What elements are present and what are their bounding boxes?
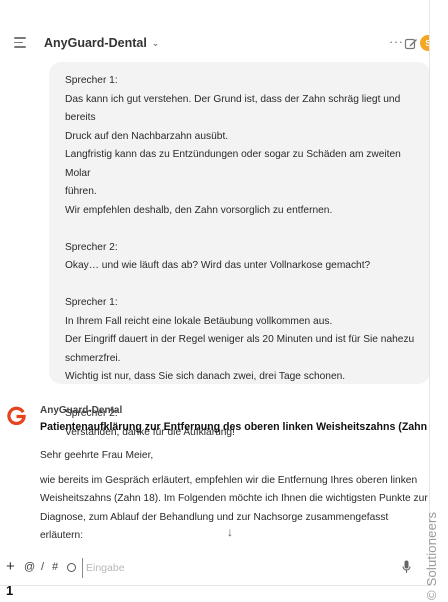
at-icon[interactable]: @	[24, 561, 35, 573]
assistant-line: Weisheitszahns (Zahn 18). Im Folgenden m…	[40, 493, 428, 504]
speaker-label: Sprecher 1:	[65, 297, 118, 308]
speaker-label: Sprecher 1:	[65, 75, 118, 86]
transcript-turn: Sprecher 2: Okay… und wie läuft das ab? W…	[65, 239, 425, 276]
assistant-name: AnyGuard-Dental	[40, 405, 123, 416]
transcript-line: In Ihrem Fall reicht eine lokale Betäubu…	[65, 315, 333, 327]
hash-icon[interactable]: #	[52, 561, 58, 573]
transcript-line: Langfristig kann das zu Entzündungen ode…	[65, 149, 401, 179]
header: AnyGuard-Dental ⌄ ··· S	[0, 28, 429, 60]
transcript-line: Okay… und wie läuft das ab? Wird das unt…	[65, 260, 371, 271]
transcript-line: Wir empfehlen deshalb, den Zahn vorsorgl…	[65, 204, 333, 216]
transcript-turn: Sprecher 1: In Ihrem Fall reicht eine lok…	[65, 294, 425, 387]
circle-icon[interactable]	[67, 563, 76, 572]
assistant-line: Diagnose, zum Ablauf der Behandlung und …	[40, 511, 389, 542]
speaker-label: Sprecher 2:	[65, 241, 118, 253]
transcript-line: Das kann ich gut verstehen. Der Grund is…	[65, 93, 401, 124]
transcript-line: schmerzfrei.	[65, 352, 121, 364]
watermark: © Solutioneers	[424, 511, 439, 600]
figure-number: 1	[6, 583, 14, 598]
assistant-heading: Patientenaufklärung zur Entfernung des o…	[40, 421, 430, 433]
model-selector[interactable]: AnyGuard-Dental ⌄	[44, 36, 159, 50]
assistant-greeting: Sehr geehrte Frau Meier,	[40, 450, 154, 461]
assistant-line: wie bereits im Gespräch erläutert, empfe…	[40, 474, 418, 486]
transcript-line: führen.	[65, 186, 97, 197]
transcript-bubble: Sprecher 1: Das kann ich gut verstehen. D…	[49, 62, 429, 438]
avatar[interactable]: S	[420, 35, 429, 51]
transcript-line: Der Eingriff dauert in der Regel weniger…	[65, 334, 415, 345]
plus-icon[interactable]: +	[6, 558, 15, 575]
transcript-line: Wichtig ist nur, dass Sie sich danach zw…	[65, 371, 346, 382]
arrow-down-icon[interactable]: ↓	[227, 525, 233, 539]
transcript-line: Druck auf den Nachbarzahn ausübt.	[65, 130, 229, 142]
mic-icon[interactable]	[402, 560, 411, 574]
transcript-turn: Sprecher 1: Das kann ich gut verstehen. D…	[65, 72, 425, 220]
assistant-message: Sehr geehrte Frau Meier, wie bereits im …	[40, 447, 429, 546]
logo-icon	[7, 406, 26, 425]
chevron-down-icon: ⌄	[151, 37, 160, 48]
edit-icon[interactable]	[404, 37, 418, 51]
message-input[interactable]	[82, 558, 382, 578]
app-title: AnyGuard-Dental	[44, 36, 147, 50]
slash-icon[interactable]: /	[41, 561, 44, 573]
more-icon[interactable]: ···	[389, 34, 404, 49]
menu-icon[interactable]	[14, 37, 28, 49]
composer: + @ / #	[0, 554, 429, 582]
chat-window: AnyGuard-Dental ⌄ ··· S Sprecher 1: Das k…	[0, 0, 430, 586]
